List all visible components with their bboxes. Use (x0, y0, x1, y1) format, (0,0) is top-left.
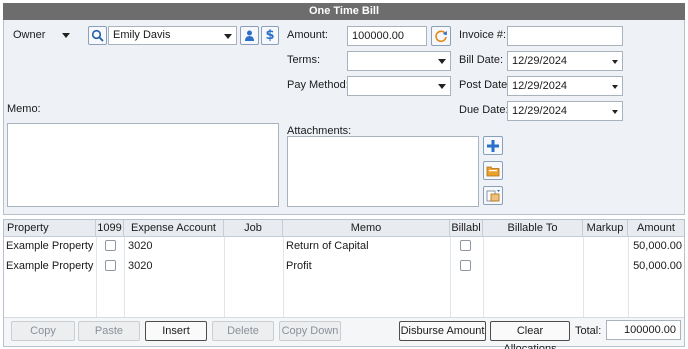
owner-type-label: Owner (13, 29, 46, 41)
scan-icon (486, 190, 500, 202)
owner-type-select[interactable]: Owner (13, 29, 71, 41)
table-row[interactable]: Example Property 3020 Profit 50,000.00 (4, 257, 684, 277)
pay-method-select[interactable] (347, 76, 451, 96)
folder-icon (486, 166, 500, 177)
cell-billable-to[interactable] (485, 257, 582, 277)
due-date-value: 12/29/2024 (512, 105, 568, 117)
recalculate-button[interactable] (431, 26, 451, 46)
add-icon (487, 139, 499, 152)
post-date-picker[interactable]: 12/29/2024 (507, 76, 623, 96)
cell-memo[interactable]: Return of Capital (286, 237, 449, 257)
total-value: 100000.00 (624, 324, 676, 336)
bill-date-picker[interactable]: 12/29/2024 (507, 51, 623, 71)
delete-button[interactable]: Delete (212, 321, 274, 341)
scan-attachment-button[interactable] (483, 186, 503, 205)
chevron-down-icon (612, 110, 618, 114)
chevron-down-icon (612, 85, 618, 89)
disburse-amount-button[interactable]: Disburse Amount (399, 321, 486, 341)
post-date-value: 12/29/2024 (512, 80, 568, 92)
column-header-1099[interactable]: 1099 (96, 220, 124, 237)
checkbox-billable[interactable] (460, 260, 471, 271)
amount-label: Amount: (287, 29, 328, 41)
copy-down-button[interactable]: Copy Down (279, 321, 341, 341)
cell-expense-account[interactable]: 3020 (128, 237, 223, 257)
cell-job[interactable] (226, 237, 282, 257)
total-field: 100000.00 (606, 320, 681, 340)
invoice-field[interactable] (507, 26, 623, 46)
terms-select[interactable] (347, 51, 451, 71)
owner-search-button[interactable] (88, 26, 107, 45)
copy-button[interactable]: Copy (11, 321, 75, 341)
dollar-icon: $ (265, 28, 275, 43)
terms-label: Terms: (287, 54, 320, 66)
owner-name-select[interactable]: Emily Davis (108, 26, 237, 45)
column-header-billable[interactable]: Billabl (450, 220, 483, 237)
memo-textarea[interactable] (7, 123, 279, 207)
open-attachment-button[interactable] (483, 161, 503, 180)
checkbox-billable[interactable] (460, 240, 471, 251)
amount-value: 100000.00 (352, 30, 404, 42)
invoice-label: Invoice #: (459, 29, 507, 41)
bill-date-value: 12/29/2024 (512, 55, 568, 67)
total-label: Total: (575, 325, 602, 337)
cell-property[interactable]: Example Property (6, 237, 96, 257)
chevron-down-icon (612, 60, 618, 64)
owner-details-button[interactable] (240, 26, 259, 45)
cell-amount[interactable]: 50,000.00 (630, 237, 682, 257)
cell-property[interactable]: Example Property (6, 257, 96, 277)
paste-button[interactable]: Paste (78, 321, 140, 341)
chevron-down-icon (438, 59, 446, 64)
add-attachment-button[interactable] (483, 136, 503, 155)
memo-label: Memo: (7, 103, 41, 115)
table-row[interactable]: Example Property 3020 Return of Capital … (4, 237, 684, 257)
owner-ledger-button[interactable]: $ (261, 26, 279, 45)
column-header-markup[interactable]: Markup (583, 220, 628, 237)
cell-markup[interactable] (585, 257, 627, 277)
amount-field[interactable]: 100000.00 (347, 26, 427, 46)
column-header-job[interactable]: Job (224, 220, 283, 237)
column-header-property[interactable]: Property (4, 220, 96, 237)
refresh-icon (435, 30, 447, 43)
chevron-down-icon (224, 34, 232, 39)
attachments-list[interactable] (287, 136, 479, 207)
post-date-label: Post Date: (459, 79, 511, 91)
chevron-down-icon (62, 32, 71, 38)
column-header-amount[interactable]: Amount (628, 220, 684, 237)
column-header-billable-to[interactable]: Billable To (483, 220, 583, 237)
column-header-expense-account[interactable]: Expense Account (124, 220, 224, 237)
search-icon (91, 29, 104, 42)
cell-markup[interactable] (585, 237, 627, 257)
pay-method-label: Pay Method: (287, 79, 349, 91)
chevron-down-icon (438, 84, 446, 89)
cell-amount[interactable]: 50,000.00 (630, 257, 682, 277)
checkbox-1099[interactable] (105, 240, 116, 251)
checkbox-1099[interactable] (105, 260, 116, 271)
bill-date-label: Bill Date: (459, 54, 504, 66)
clear-allocations-button[interactable]: Clear Allocations (490, 321, 570, 349)
due-date-picker[interactable]: 12/29/2024 (507, 101, 623, 121)
cell-billable-to[interactable] (485, 237, 582, 257)
insert-button[interactable]: Insert (145, 321, 207, 341)
cell-expense-account[interactable]: 3020 (128, 257, 223, 277)
due-date-label: Due Date: (459, 104, 509, 116)
grid-header: Property 1099 Expense Account Job Memo B… (4, 220, 684, 237)
window-title: One Time Bill (3, 3, 685, 20)
column-header-memo[interactable]: Memo (283, 220, 450, 237)
owner-name-value: Emily Davis (113, 29, 171, 41)
cell-memo[interactable]: Profit (286, 257, 449, 277)
owner-person-icon (245, 30, 254, 41)
cell-job[interactable] (226, 257, 282, 277)
